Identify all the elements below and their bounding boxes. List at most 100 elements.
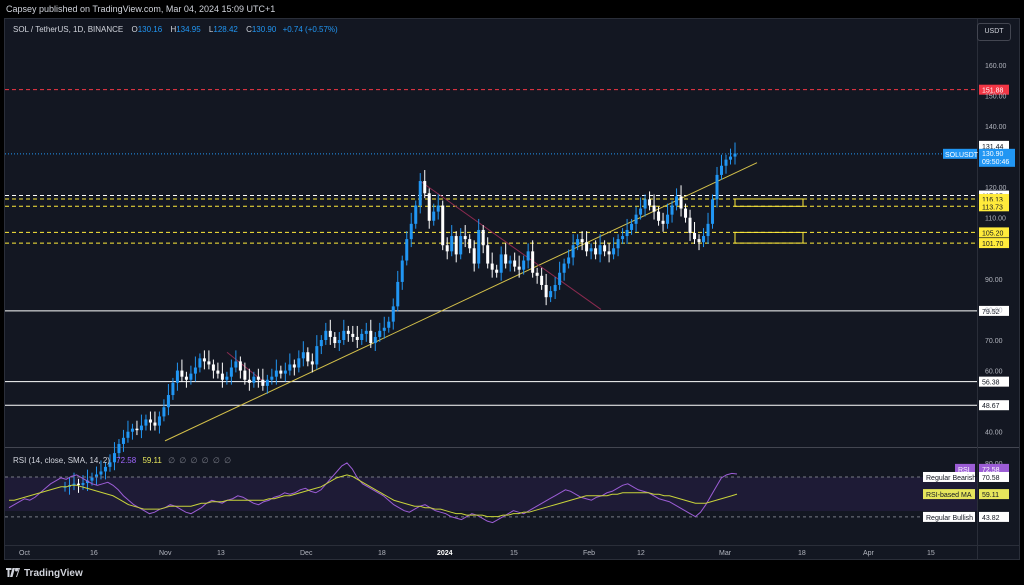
candle-body xyxy=(562,263,566,273)
candle-body xyxy=(270,376,274,380)
candle-body xyxy=(544,284,548,298)
candle-body xyxy=(463,236,467,240)
candle-body xyxy=(684,208,688,218)
rsi-value-label: 70.58 xyxy=(982,475,1000,482)
candle-body xyxy=(594,248,598,255)
rsi-title[interactable]: RSI (14, close, SMA, 14, 2) xyxy=(13,456,110,465)
candle-body xyxy=(477,229,481,264)
candle-body xyxy=(508,260,512,264)
price-tick: 160.00 xyxy=(985,63,1007,70)
candle-body xyxy=(643,199,647,209)
chart-canvas[interactable]: 151.88117.25116.13113.73105.20101.7079.5… xyxy=(5,19,1019,559)
candle-body xyxy=(135,428,139,431)
candle-body xyxy=(706,223,710,237)
candle-body xyxy=(292,364,296,368)
candle-body xyxy=(499,254,503,273)
candle-body xyxy=(441,205,445,246)
candle-body xyxy=(526,251,530,261)
candle-body xyxy=(634,214,638,224)
chart-container[interactable]: 151.88117.25116.13113.73105.20101.7079.5… xyxy=(4,18,1020,560)
candle-body xyxy=(459,236,463,255)
candle-body xyxy=(220,373,224,380)
rsi-badge-label: RSI-based MA xyxy=(926,492,972,499)
candle-body xyxy=(625,229,629,237)
time-tick: 15 xyxy=(927,550,935,557)
symbol-name[interactable]: SOL / TetherUS, 1D, BINANCE xyxy=(13,25,123,34)
candle-body xyxy=(724,159,728,166)
candle-body xyxy=(589,248,593,252)
candle-body xyxy=(657,211,661,221)
candle-body xyxy=(679,196,683,209)
candle-body xyxy=(207,361,211,365)
candle-body xyxy=(157,416,161,426)
candle-body xyxy=(342,330,346,340)
symbol-legend: SOL / TetherUS, 1D, BINANCE O130.16 H134… xyxy=(13,25,338,34)
high-value: 134.95 xyxy=(176,25,201,34)
candle-body xyxy=(225,376,229,380)
candle-body xyxy=(436,205,440,212)
candle-body xyxy=(162,407,166,417)
time-tick: Oct xyxy=(19,550,30,557)
candle-body xyxy=(103,466,107,472)
candle-body xyxy=(319,340,323,347)
level-label: 101.70 xyxy=(982,241,1004,248)
price-pane[interactable] xyxy=(5,19,977,447)
candle-body xyxy=(117,443,121,454)
candle-body xyxy=(616,239,620,249)
candle-body xyxy=(238,361,242,371)
candle-body xyxy=(274,370,278,377)
candle-body xyxy=(432,211,436,221)
candle-body xyxy=(481,229,485,246)
candle-body xyxy=(324,330,328,340)
candle-body xyxy=(216,370,220,374)
candle-body xyxy=(148,419,152,423)
footer: TradingView xyxy=(0,562,1024,585)
candle-body xyxy=(180,370,184,377)
candle-body xyxy=(166,395,170,408)
candle-body xyxy=(576,239,580,246)
open-value: 130.16 xyxy=(137,25,163,34)
time-tick: Dec xyxy=(300,550,313,557)
candle-body xyxy=(522,260,526,270)
candle-body xyxy=(580,239,584,243)
candle-body xyxy=(315,346,319,365)
close-value: 130.90 xyxy=(251,25,277,34)
candle-body xyxy=(121,437,125,444)
candle-body xyxy=(648,199,652,206)
candle-body xyxy=(517,266,521,270)
candle-body xyxy=(202,358,206,362)
candle-body xyxy=(697,239,701,243)
candle-body xyxy=(193,367,197,374)
candle-body xyxy=(693,233,697,240)
candle-body xyxy=(427,193,431,221)
candle-body xyxy=(666,214,670,224)
candle-body xyxy=(715,174,719,200)
candle-body xyxy=(369,330,373,344)
candle-body xyxy=(675,196,679,206)
candle-body xyxy=(571,245,575,258)
candle-body xyxy=(661,220,665,224)
candle-body xyxy=(387,321,391,328)
tradingview-logo[interactable]: TradingView xyxy=(6,568,83,579)
candle-body xyxy=(414,205,418,224)
candle-body xyxy=(130,428,134,432)
candle-body xyxy=(670,205,674,215)
candle-body xyxy=(729,156,733,160)
rsi-legend: RSI (14, close, SMA, 14, 2) 72.58 59.11 … xyxy=(13,456,232,465)
candle-body xyxy=(229,367,233,377)
candle-body xyxy=(711,199,715,224)
rsi-value-label: 59.11 xyxy=(982,492,999,499)
candle-body xyxy=(652,205,656,212)
rsi-empty-values: ∅ ∅ ∅ ∅ ∅ ∅ xyxy=(168,456,233,465)
price-tick: 90.00 xyxy=(985,277,1003,284)
time-tick: Nov xyxy=(159,550,172,557)
candle-body xyxy=(243,370,247,380)
candle-body xyxy=(585,242,589,252)
time-axis[interactable]: Oct 16 Nov 13 Dec 18 2024 15 Feb 12 Mar 18 Apr 15 xyxy=(19,550,935,557)
level-label: 105.20 xyxy=(982,230,1004,237)
candle-body xyxy=(418,181,422,206)
candle-body xyxy=(252,376,256,383)
candle-body xyxy=(630,223,634,230)
currency-button[interactable]: USDT xyxy=(977,23,1011,41)
candle-body xyxy=(688,217,692,233)
